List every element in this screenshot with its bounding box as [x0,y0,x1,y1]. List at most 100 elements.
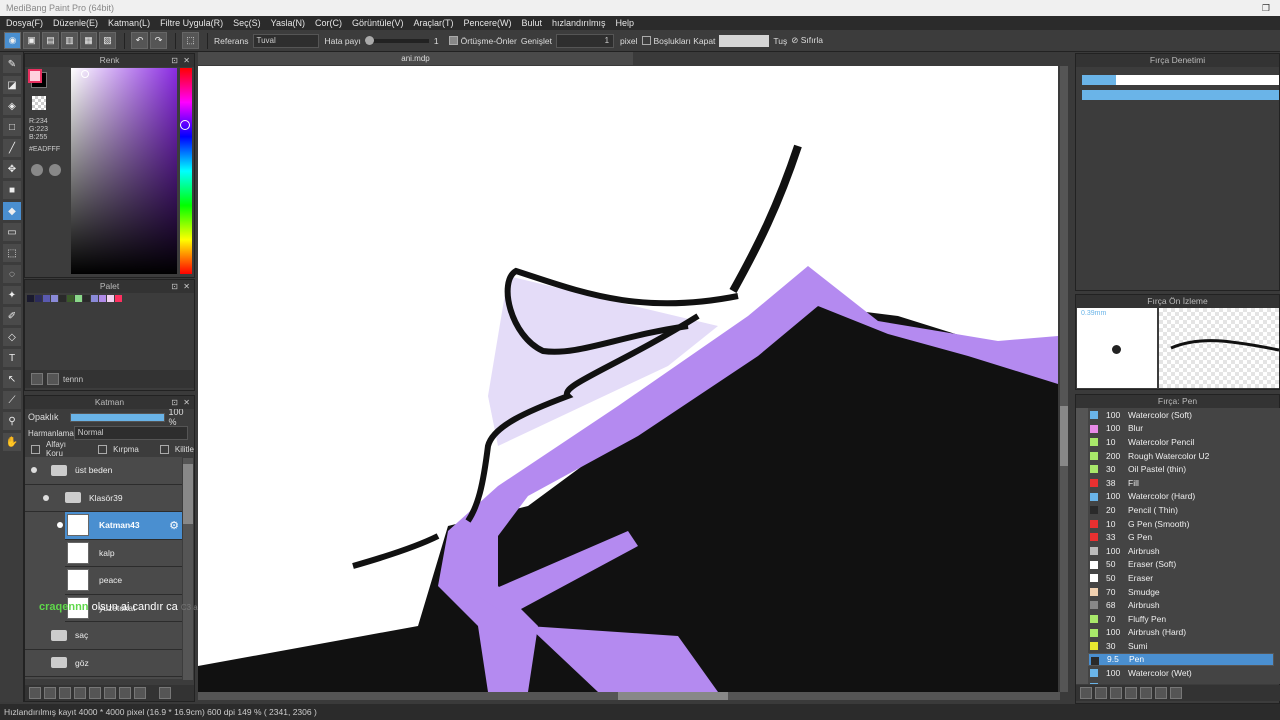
layer-row[interactable]: peace [65,567,182,595]
select-rect-icon[interactable]: ⬚ [3,244,21,262]
canvas-vertical-scrollbar[interactable] [1060,66,1068,692]
menu-snap[interactable]: Yasla(N) [271,16,305,30]
select-eraser-icon[interactable]: ◇ [3,328,21,346]
palette-swatch[interactable] [27,295,34,302]
operation-tool-icon[interactable]: ↖ [3,370,21,388]
select-pen-icon[interactable]: ✐ [3,307,21,325]
drawing-canvas[interactable] [198,66,1058,692]
layer-row[interactable]: Klasör39 [25,485,182,512]
line-tool-icon[interactable]: ╱ [3,139,21,157]
brush-row[interactable]: 100 Watercolor (Wet) [1088,666,1280,680]
menu-file[interactable]: Dosya(F) [6,16,43,30]
layer-row[interactable]: kalp [65,540,182,567]
menu-edit[interactable]: Düzenle(E) [53,16,98,30]
redo-icon[interactable]: ↷ [150,32,167,49]
add-palette-icon[interactable] [31,373,43,385]
brush-row[interactable]: 20 Pencil ( Thin) [1088,503,1280,517]
scroll-thumb[interactable] [1060,406,1068,466]
dot-tool-icon[interactable]: ◈ [3,97,21,115]
add-brush-icon[interactable] [1095,687,1107,699]
gradient-tool-icon[interactable]: ▭ [3,223,21,241]
bucket-tool-icon[interactable]: ◆ [3,202,21,220]
brush-row[interactable]: 30 Oil Pastel (thin) [1088,462,1280,476]
layer-row[interactable]: göz [25,650,182,677]
brush-row[interactable]: 100 Watercolor (Soft) [1088,408,1280,422]
divide-tool-icon[interactable]: ⟋ [3,391,21,409]
brush-row[interactable]: 200 Rough Watercolor U2 [1088,449,1280,463]
settings-icon[interactable] [134,687,146,699]
brush-row[interactable]: 33 G Pen [1088,530,1280,544]
layer-row-selected[interactable]: Katman43 ⚙ [57,512,182,540]
text-tool-icon[interactable]: T [3,349,21,367]
palette-swatch[interactable] [35,295,42,302]
tolerance-slider[interactable] [364,35,429,45]
mode2-icon[interactable]: ▣ [23,32,40,49]
palette-swatch[interactable] [67,295,74,302]
document-tab[interactable]: ani.mdp [198,52,633,65]
pin-icon[interactable]: ⊡ [171,54,178,67]
add-layer-dropdown-icon[interactable] [74,687,86,699]
canvas-horizontal-scrollbar[interactable] [198,692,1060,700]
eye-icon[interactable] [43,494,49,501]
eraser-tool-icon[interactable]: ◪ [3,76,21,94]
brush-row[interactable]: 38 Fill [1088,476,1280,490]
brush-row-selected[interactable]: 9.5 Pen [1088,652,1274,667]
brush-row[interactable]: 10 G Pen (Smooth) [1088,517,1280,531]
menu-layer[interactable]: Katman(L) [108,16,150,30]
fg-color-swatch[interactable] [28,69,42,83]
close-gaps-checkbox[interactable] [641,36,651,45]
brush-row[interactable]: 10Watercolor Pencil [1088,435,1280,449]
palette-swatch[interactable] [43,295,50,302]
color-wheel-icon[interactable] [31,164,43,176]
menu-window[interactable]: Pencere(W) [463,16,511,30]
close-icon[interactable]: ✕ [183,396,190,409]
magic-wand-icon[interactable]: ✦ [3,286,21,304]
palette-swatch[interactable] [83,295,90,302]
lock-checkbox[interactable] [159,444,169,454]
duplicate-layer-icon[interactable] [104,687,116,699]
menu-color[interactable]: Cor(C) [315,16,342,30]
blend-select[interactable]: Normal [73,426,188,440]
cloud-brush-icon[interactable] [1080,687,1092,699]
layer-row[interactable]: üst beden [25,457,182,485]
brush-row[interactable]: 50 Eraser [1088,571,1280,585]
hand-tool-icon[interactable]: ✋ [3,433,21,451]
delete-palette-icon[interactable] [47,373,59,385]
sv-cursor[interactable] [81,70,89,78]
brush-opacity-bar[interactable] [1082,90,1279,100]
brush-row[interactable]: 100 Airbrush [1088,544,1280,558]
brush-row[interactable]: 100 Blur [1088,422,1280,436]
gap-slider[interactable] [719,34,770,47]
add-brush-dropdown-icon[interactable] [1110,687,1122,699]
layer-row[interactable]: saç [25,622,182,650]
brush-row[interactable]: 10Watercolor Pencil [1088,680,1280,684]
move-tool-icon[interactable]: ✥ [3,160,21,178]
brush-size-bar[interactable] [1082,75,1279,85]
rect-tool-icon[interactable]: ■ [3,181,21,199]
trash-icon[interactable] [1170,687,1182,699]
eye-icon[interactable] [31,467,37,474]
brush-row[interactable]: 70 Fluffy Pen [1088,612,1280,626]
overlap-checkbox[interactable] [448,36,458,45]
brush-row[interactable]: 50 Eraser (Soft) [1088,558,1280,572]
palette-swatch[interactable] [75,295,82,302]
scroll-thumb[interactable] [183,464,193,524]
trash-icon[interactable] [159,687,171,699]
pin-icon[interactable]: ⊡ [171,396,178,409]
new-layer-icon[interactable] [29,687,41,699]
palette-swatch[interactable] [115,295,122,302]
undo-icon[interactable]: ↶ [131,32,148,49]
slider-knob[interactable] [364,35,374,45]
hue-cursor[interactable] [180,120,190,130]
close-icon[interactable]: ✕ [183,280,190,293]
eye-icon[interactable] [57,522,63,529]
brush-tool-icon[interactable]: ✎ [3,55,21,73]
menu-speedpaint[interactable]: hızlandırılmış [552,16,606,30]
mode5-icon[interactable]: ▦ [80,32,97,49]
palette-swatch[interactable] [107,295,114,302]
palette-swatch[interactable] [59,295,66,302]
new-folder-icon[interactable] [89,687,101,699]
expand-input[interactable]: 1 [556,33,615,48]
eyedropper-icon[interactable]: ⚲ [3,412,21,430]
brush-row[interactable]: 100 Airbrush (Hard) [1088,626,1280,640]
